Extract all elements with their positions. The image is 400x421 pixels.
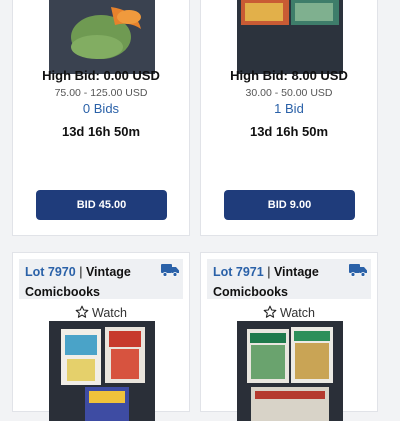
figurine-image: [49, 0, 155, 74]
estimate-range: 75.00 - 125.00 USD: [54, 87, 148, 99]
lot-image[interactable]: [237, 0, 343, 74]
separator: |: [267, 265, 271, 279]
lot-image[interactable]: [237, 321, 343, 421]
star-outline-icon: [75, 305, 89, 318]
truck-icon: [161, 264, 179, 277]
lot-number[interactable]: Lot 7971: [213, 265, 264, 279]
lot-title[interactable]: Lot 7971 | Vintage: [213, 265, 319, 279]
truck-icon: [349, 264, 367, 277]
high-bid: High Bid: 0.00 USD: [42, 68, 160, 83]
lot-image[interactable]: [49, 321, 155, 421]
lot-card[interactable]: High Bid: 8.00 USD 30.00 - 50.00 USD 1 B…: [200, 0, 378, 236]
watch-label: Watch: [92, 306, 127, 320]
lot-card[interactable]: Lot 7971 | Vintage Comicbooks Watch: [200, 252, 378, 421]
watch-button[interactable]: Watch: [201, 305, 377, 320]
lot-card[interactable]: High Bid: 0.00 USD 75.00 - 125.00 USD 0 …: [12, 0, 190, 236]
lot-header[interactable]: Lot 7970 | Vintage Comicbooks: [19, 259, 183, 299]
lot-title-part1[interactable]: Vintage: [86, 265, 131, 279]
estimate-range: 30.00 - 50.00 USD: [245, 87, 333, 99]
comic-covers-image: [237, 0, 343, 74]
bid-count[interactable]: 0 Bids: [13, 101, 189, 116]
lot-number[interactable]: Lot 7970: [25, 265, 76, 279]
lot-card[interactable]: Lot 7970 | Vintage Comicbooks Watch: [12, 252, 190, 421]
separator: |: [79, 265, 83, 279]
lot-title-part2[interactable]: Comicbooks: [25, 285, 100, 299]
comic-covers-image: [49, 321, 155, 421]
lot-title-part1[interactable]: Vintage: [274, 265, 319, 279]
comic-covers-image: [237, 321, 343, 421]
watch-label: Watch: [280, 306, 315, 320]
bid-button[interactable]: BID 45.00: [36, 190, 167, 220]
bid-button[interactable]: BID 9.00: [224, 190, 355, 220]
star-outline-icon: [263, 305, 277, 318]
lot-image[interactable]: [49, 0, 155, 74]
time-left: 13d 16h 50m: [61, 124, 141, 139]
high-bid: High Bid: 8.00 USD: [230, 68, 348, 83]
lot-title-part2[interactable]: Comicbooks: [213, 285, 288, 299]
lot-header[interactable]: Lot 7971 | Vintage Comicbooks: [207, 259, 371, 299]
time-left: 13d 16h 50m: [249, 124, 329, 139]
watch-button[interactable]: Watch: [13, 305, 189, 320]
lot-title[interactable]: Lot 7970 | Vintage: [25, 265, 131, 279]
bid-count[interactable]: 1 Bid: [201, 101, 377, 116]
